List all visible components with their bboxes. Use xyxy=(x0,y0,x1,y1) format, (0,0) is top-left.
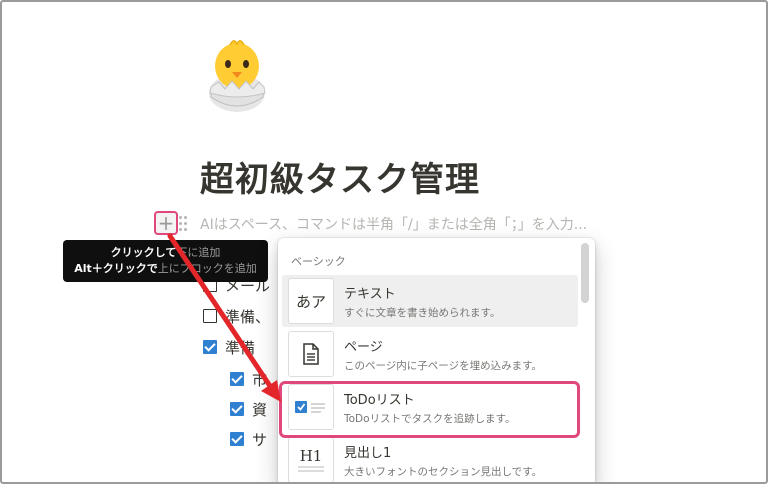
menu-scrollbar[interactable] xyxy=(581,243,589,303)
menu-item-text[interactable]: あア テキスト すぐに文章を書き始められます。 xyxy=(282,275,578,327)
todo-item[interactable]: 準備 xyxy=(203,337,255,357)
todo-item[interactable]: サ xyxy=(230,429,267,449)
drag-handle-icon[interactable] xyxy=(179,214,191,232)
add-block-tooltip: クリックして下に追加 Alt＋クリックで上にブロックを追加 xyxy=(63,240,268,282)
todo-item[interactable]: 市 xyxy=(230,369,267,389)
todo-text: 準備 xyxy=(225,338,256,357)
menu-item-description: このページ内に子ページを埋め込みます。 xyxy=(344,359,543,372)
todo-item[interactable]: 資 xyxy=(230,399,267,419)
tooltip-line-2: Alt＋クリックで上にブロックを追加 xyxy=(74,262,257,275)
menu-item-page[interactable]: ページ このページ内に子ページを埋め込みます。 xyxy=(282,328,578,380)
menu-item-title: ページ xyxy=(344,339,383,355)
menu-section-label: ベーシック xyxy=(291,255,346,268)
page-title[interactable]: 超初級タスク管理 xyxy=(200,152,480,201)
menu-item-description: 大きいフォントのセクション見出しです。 xyxy=(344,465,543,478)
menu-item-title: 見出し1 xyxy=(344,445,392,461)
todo-text: 市 xyxy=(252,370,268,389)
menu-item-title: テキスト xyxy=(344,286,396,302)
notion-window: 超初級タスク管理 + AIはスペース、コマンドは半角「/」または全角「；」を入力… xyxy=(0,0,768,484)
tooltip-line-1: クリックして下に追加 xyxy=(110,246,221,259)
todo-text: 資 xyxy=(252,400,268,419)
todo-text: 準備、 xyxy=(225,307,271,326)
todo-text: サ xyxy=(252,430,268,449)
page-icon xyxy=(288,331,334,377)
hatching-chick-icon[interactable] xyxy=(201,35,273,113)
block-type-menu: ベーシック あア テキスト すぐに文章を書き始められます。 ページ このページ内… xyxy=(278,238,595,482)
checkbox-checked[interactable] xyxy=(230,432,244,446)
checkbox[interactable] xyxy=(203,309,217,323)
todo-item[interactable]: 準備、 xyxy=(203,306,270,326)
heading1-icon: H1 xyxy=(288,437,334,482)
text-aa-icon: あア xyxy=(288,278,334,324)
menu-item-description: すぐに文章を書き始められます。 xyxy=(344,306,501,319)
menu-item-heading1[interactable]: H1 見出し1 大きいフォントのセクション見出しです。 xyxy=(282,434,578,482)
add-block-button[interactable]: + xyxy=(154,211,178,235)
block-placeholder[interactable]: AIはスペース、コマンドは半角「/」または全角「；」を入力... xyxy=(200,214,587,234)
checkbox-checked[interactable] xyxy=(203,340,217,354)
checkbox-checked[interactable] xyxy=(230,372,244,386)
checkbox-checked[interactable] xyxy=(230,402,244,416)
todo-highlight-box xyxy=(279,381,580,438)
plus-icon: + xyxy=(157,211,175,235)
